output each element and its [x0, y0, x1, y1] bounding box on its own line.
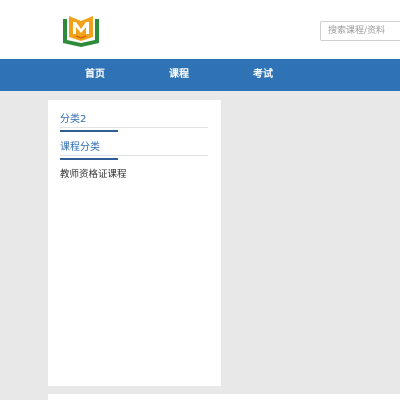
category-sidebar: 分类2 课程分类 教师资格证课程	[48, 100, 221, 386]
main-nav: 首页 课程 考试	[0, 59, 400, 91]
category-title[interactable]: 课程分类	[60, 138, 118, 160]
header	[0, 0, 400, 59]
nav-item-exams[interactable]: 考试	[253, 59, 273, 91]
category-title[interactable]: 分类2	[60, 110, 118, 132]
nav-item-courses[interactable]: 课程	[169, 59, 189, 91]
search-input[interactable]	[320, 21, 400, 41]
course-link[interactable]: 教师资格证课程	[60, 166, 127, 180]
divider	[60, 127, 208, 128]
divider	[60, 155, 208, 156]
category-group: 课程分类	[60, 138, 208, 160]
nav-item-home[interactable]: 首页	[85, 59, 105, 91]
logo-icon[interactable]	[61, 13, 101, 47]
page: 首页 课程 考试 分类2 课程分类 教师资格证课程	[0, 0, 400, 400]
content-panel	[48, 394, 400, 400]
category-group: 分类2	[60, 110, 208, 132]
